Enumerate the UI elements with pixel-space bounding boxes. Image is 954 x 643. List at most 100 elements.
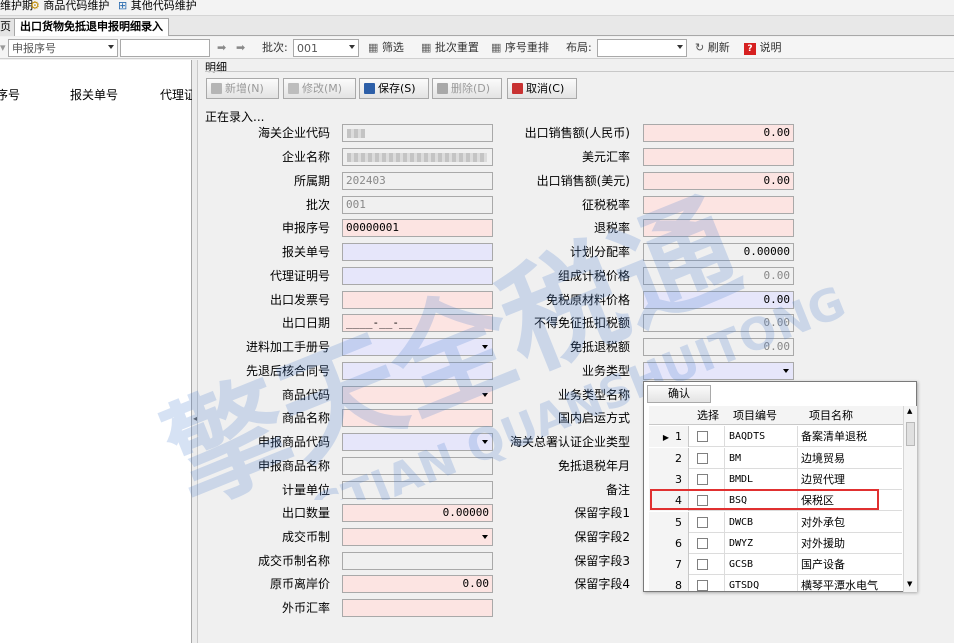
row-checkbox[interactable] [697, 538, 708, 549]
header-item-name[interactable]: 项目名称 [809, 406, 853, 425]
record-list-panel[interactable]: 序号 报关单号 代理证 [0, 60, 192, 643]
sales-usd-field[interactable]: 0.00 [643, 172, 794, 190]
top-menu-bar: 维护期 ⚙ 商品代码维护 ⊞ 其他代码维护 [0, 0, 954, 16]
label-contract-no: 先退后核合同号 [245, 364, 330, 378]
nondeductible-tax-field[interactable]: 0.00 [643, 314, 794, 332]
processing-manual-select[interactable] [342, 338, 493, 356]
declared-goods-name-field[interactable] [342, 457, 493, 475]
chevron-down-icon [482, 393, 488, 397]
header-select[interactable]: 选择 [697, 406, 719, 425]
scroll-thumb[interactable] [906, 422, 915, 446]
splitter-arrow-icon[interactable]: ◂ [193, 414, 197, 423]
fob-price-field[interactable]: 0.00 [342, 575, 493, 593]
batch-select[interactable]: 001 [293, 39, 359, 57]
export-date-field[interactable]: ____-__-__ [342, 314, 493, 332]
usd-rate-field[interactable] [643, 148, 794, 166]
goods-code-select[interactable] [342, 386, 493, 404]
batch-field[interactable]: 001 [342, 196, 493, 214]
menu-item-other-code[interactable]: ⊞ 其他代码维护 [118, 0, 197, 14]
column-header-customs-no[interactable]: 报关单号 [70, 86, 118, 103]
dropdown-scrollbar[interactable]: ▲ ▼ [903, 406, 917, 592]
tax-rate-field[interactable] [643, 196, 794, 214]
label-period: 所属期 [293, 174, 330, 188]
menu-item-period[interactable]: 维护期 [0, 0, 33, 14]
goods-name-field[interactable] [342, 409, 493, 427]
exemption-refund-field[interactable]: 0.00 [643, 338, 794, 356]
export-qty-field[interactable]: 0.00000 [342, 504, 493, 522]
cancel-button[interactable]: 取消(C) [507, 78, 577, 99]
sales-rmb-field[interactable]: 0.00 [643, 124, 794, 142]
help-icon: ? [744, 43, 756, 55]
declared-goods-code-select[interactable] [342, 433, 493, 451]
highlight-box [650, 489, 879, 510]
filter-button[interactable]: ▦ 筛选 [368, 40, 404, 56]
dropdown-row[interactable]: 8 GTSDQ 横琴平潭水电气 [649, 575, 902, 591]
filter-value-input[interactable] [120, 39, 210, 57]
refund-rate-field[interactable] [643, 219, 794, 237]
save-button[interactable]: 保存(S) [359, 78, 429, 99]
menu-item-goods-code[interactable]: ⚙ 商品代码维护 [30, 0, 109, 14]
period-field[interactable]: 202403 [342, 172, 493, 190]
business-type-select[interactable] [643, 362, 794, 380]
company-name-field[interactable] [342, 148, 493, 166]
currency-select[interactable] [342, 528, 493, 546]
label-plan-alloc-rate: 计划分配率 [569, 245, 630, 259]
invoice-no-field[interactable] [342, 291, 493, 309]
help-button[interactable]: ? 说明 [744, 40, 782, 56]
tab-export-detail[interactable]: 出口货物免抵退申报明细录入 [14, 18, 169, 36]
delete-icon [437, 83, 448, 94]
layout-select[interactable] [597, 39, 687, 57]
chevron-down-icon [677, 45, 683, 49]
label-fx-rate: 外币汇率 [281, 601, 330, 615]
arrow-right-icon[interactable]: ➡ [217, 40, 226, 56]
row-checkbox[interactable] [697, 431, 708, 442]
header-item-code[interactable]: 项目编号 [733, 406, 777, 425]
plus-icon [211, 83, 222, 94]
row-checkbox[interactable] [697, 559, 708, 570]
dropdown-row[interactable]: 7 GCSB 国产设备 [649, 554, 902, 575]
currency-name-field[interactable] [342, 552, 493, 570]
redacted-value [347, 153, 487, 162]
business-type-dropdown[interactable]: 确认 选择 项目编号 项目名称 ▶ 1 BAQDTS 备案清单退税 2 BM 边境贸易 3… [643, 381, 917, 592]
arrow-next-icon[interactable]: ➡ [236, 40, 245, 56]
dropdown-row[interactable]: 3 BMDL 边贸代理 [649, 469, 902, 490]
dropdown-row[interactable]: 6 DWYZ 对外援助 [649, 533, 902, 554]
label-company-name: 企业名称 [281, 150, 330, 164]
scroll-up-icon[interactable]: ▲ [907, 407, 912, 415]
customs-code-field[interactable] [342, 124, 493, 142]
confirm-button[interactable]: 确认 [647, 385, 711, 403]
agent-cert-no-field[interactable] [342, 267, 493, 285]
add-button[interactable]: 新增(N) [206, 78, 279, 99]
scroll-down-icon[interactable]: ▼ [907, 580, 912, 588]
dropdown-row[interactable]: 5 DWCB 对外承包 [649, 512, 902, 533]
label-remark: 备注 [605, 483, 630, 497]
edit-button[interactable]: 修改(M) [283, 78, 356, 99]
label-processing-manual: 进料加工手册号 [245, 340, 330, 354]
delete-button[interactable]: 删除(D) [432, 78, 502, 99]
label-goods-name: 商品名称 [281, 411, 330, 425]
label-certified-enterprise-type: 海关总署认证企业类型 [509, 435, 630, 449]
row-checkbox[interactable] [697, 517, 708, 528]
chevron-down-icon [482, 345, 488, 349]
label-business-type-name: 业务类型名称 [557, 388, 630, 402]
fx-rate-field[interactable] [342, 599, 493, 617]
declare-seq-field[interactable]: 00000001 [342, 219, 493, 237]
dropdown-row[interactable]: 2 BM 边境贸易 [649, 448, 902, 469]
taxable-price-field[interactable]: 0.00 [643, 267, 794, 285]
filter-field-select[interactable]: 申报序号 [8, 39, 118, 57]
dutyfree-material-field[interactable]: 0.00 [643, 291, 794, 309]
splitter[interactable] [192, 60, 198, 643]
dropdown-row[interactable]: ▶ 1 BAQDTS 备案清单退税 [649, 426, 902, 447]
contract-no-field[interactable] [342, 362, 493, 380]
row-checkbox[interactable] [697, 474, 708, 485]
row-checkbox[interactable] [697, 453, 708, 464]
refresh-button[interactable]: ↻ 刷新 [695, 40, 730, 56]
seq-reorder-button[interactable]: ▦ 序号重排 [491, 40, 549, 56]
column-header-agent[interactable]: 代理证 [160, 86, 192, 103]
batch-reset-button[interactable]: ▦ 批次重置 [421, 40, 479, 56]
customs-decl-no-field[interactable] [342, 243, 493, 261]
unit-field[interactable] [342, 481, 493, 499]
column-header-seq[interactable]: 序号 [0, 86, 20, 103]
row-checkbox[interactable] [697, 580, 708, 591]
plan-alloc-rate-field[interactable]: 0.00000 [643, 243, 794, 261]
